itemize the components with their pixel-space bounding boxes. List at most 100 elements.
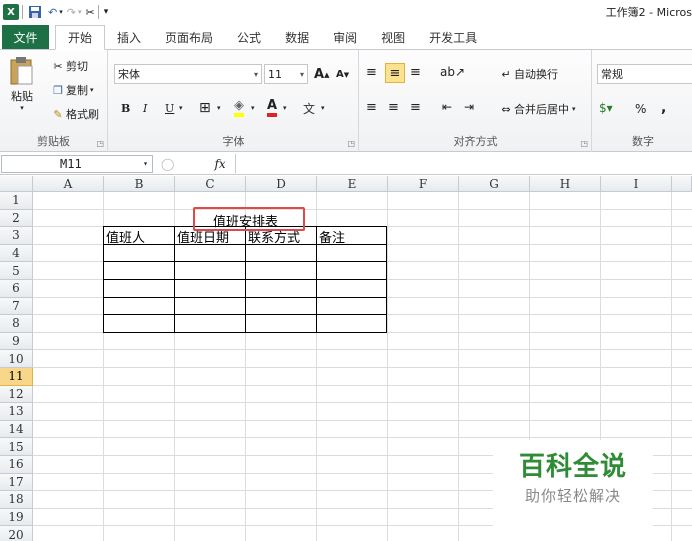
percent-button[interactable]: %: [635, 102, 646, 116]
wrap-text-button[interactable]: ↵ 自动换行: [498, 66, 558, 82]
align-middle-button[interactable]: ≡: [385, 63, 405, 83]
font-size-select[interactable]: 11 ▾: [264, 64, 308, 84]
tab-review[interactable]: 审阅: [321, 25, 369, 49]
currency-button[interactable]: $▾: [599, 101, 613, 115]
fill-color-button[interactable]: ◈: [234, 98, 244, 117]
redo-icon[interactable]: ↷: [67, 3, 76, 21]
row-header[interactable]: 12: [0, 385, 33, 404]
tab-file[interactable]: 文件: [2, 25, 49, 49]
phonetic-button[interactable]: 文: [303, 100, 315, 117]
tab-insert[interactable]: 插入: [105, 25, 153, 49]
row-header[interactable]: 6: [0, 280, 33, 298]
font-color-button[interactable]: A: [267, 98, 278, 117]
cut-button[interactable]: ✂ 剪切: [50, 58, 88, 74]
italic-button[interactable]: I: [143, 102, 147, 115]
column-header[interactable]: A: [33, 176, 104, 192]
column-header[interactable]: [672, 176, 692, 192]
row-header[interactable]: 5: [0, 262, 33, 280]
watermark-subtitle: 助你轻松解决: [524, 487, 621, 505]
row-header[interactable]: 13: [0, 403, 33, 421]
tab-data[interactable]: 数据: [273, 25, 321, 49]
row-header[interactable]: 14: [0, 420, 33, 439]
align-left-button[interactable]: ≡: [366, 100, 377, 115]
merge-dropdown-icon[interactable]: ▾: [572, 105, 576, 113]
paste-dropdown-icon[interactable]: ▾: [20, 104, 24, 112]
decrease-indent-button[interactable]: ⇤: [442, 100, 452, 114]
row-header[interactable]: 1: [0, 192, 33, 210]
name-box[interactable]: M11 ▾: [1, 154, 153, 173]
column-header[interactable]: B: [104, 176, 175, 192]
column-header[interactable]: C: [175, 176, 246, 192]
borders-dropdown-icon[interactable]: ▾: [217, 104, 221, 112]
underline-button[interactable]: U: [165, 102, 174, 115]
table-header-cell[interactable]: 联系方式: [248, 227, 300, 246]
number-format-select[interactable]: 常规: [597, 64, 692, 84]
row-header[interactable]: 2: [0, 209, 33, 228]
format-painter-button[interactable]: ✎ 格式刷: [50, 106, 99, 122]
table-header-cell[interactable]: 值班日期: [177, 227, 229, 246]
align-top-button[interactable]: ≡: [366, 65, 377, 80]
align-right-button[interactable]: ≡: [410, 100, 421, 115]
copy-button[interactable]: ❐ 复制 ▾: [50, 82, 94, 98]
row-header[interactable]: 10: [0, 350, 33, 368]
wrap-icon: ↵: [501, 67, 511, 81]
column-header[interactable]: H: [530, 176, 601, 192]
grow-font-button[interactable]: A ▲: [314, 67, 329, 82]
tab-formulas[interactable]: 公式: [225, 25, 273, 49]
font-color-dropdown-icon[interactable]: ▾: [283, 104, 287, 112]
row-header[interactable]: 8: [0, 315, 33, 333]
select-all-corner[interactable]: [0, 176, 33, 192]
bold-button[interactable]: B: [121, 102, 130, 115]
row-header[interactable]: 11: [0, 368, 33, 386]
tab-view[interactable]: 视图: [369, 25, 417, 49]
underline-dropdown-icon[interactable]: ▾: [179, 104, 183, 112]
row-header[interactable]: 15: [0, 438, 33, 456]
customize-toolbar-icon[interactable]: ▾: [104, 3, 109, 21]
orientation-button[interactable]: ab↗: [440, 65, 465, 79]
document-title: 工作簿2 - Micros: [605, 6, 692, 19]
formula-input[interactable]: [235, 154, 692, 173]
excel-logo-icon[interactable]: X: [3, 4, 19, 20]
column-header[interactable]: G: [459, 176, 530, 192]
alignment-launcher-icon[interactable]: ◳: [580, 139, 588, 148]
comma-button[interactable]: ,: [661, 100, 666, 116]
row-header[interactable]: 20: [0, 526, 33, 541]
font-launcher-icon[interactable]: ◳: [347, 139, 355, 148]
phonetic-dropdown-icon[interactable]: ▾: [321, 104, 325, 112]
row-header[interactable]: 9: [0, 332, 33, 351]
table-header-cell[interactable]: 值班人: [106, 227, 145, 246]
undo-icon[interactable]: ↶: [48, 3, 57, 21]
row-header[interactable]: 16: [0, 456, 33, 474]
paste-button[interactable]: 粘贴 ▾: [6, 56, 38, 112]
column-header[interactable]: F: [388, 176, 459, 192]
custom-tool-icon[interactable]: ✂: [85, 3, 94, 21]
borders-button[interactable]: ⊞: [199, 100, 211, 116]
shrink-font-button[interactable]: A ▼: [336, 69, 349, 80]
row-header[interactable]: 19: [0, 508, 33, 527]
save-icon[interactable]: [28, 3, 42, 21]
align-center-button[interactable]: ≡: [388, 100, 399, 115]
align-bottom-button[interactable]: ≡: [410, 65, 421, 80]
font-family-value: 宋体: [118, 68, 140, 81]
row-header[interactable]: 18: [0, 491, 33, 509]
table-header-cell[interactable]: 备注: [319, 227, 345, 246]
font-family-select[interactable]: 宋体 ▾: [114, 64, 262, 84]
tab-home[interactable]: 开始: [55, 25, 106, 50]
clipboard-launcher-icon[interactable]: ◳: [96, 139, 104, 148]
redo-dropdown-icon[interactable]: ▾: [78, 3, 82, 21]
row-header[interactable]: 7: [0, 297, 33, 316]
row-header[interactable]: 3: [0, 227, 33, 245]
tab-developer[interactable]: 开发工具: [417, 25, 489, 49]
tab-page-layout[interactable]: 页面布局: [153, 25, 225, 49]
merge-center-button[interactable]: ⇔ 合并后居中 ▾: [498, 101, 576, 117]
column-header[interactable]: I: [601, 176, 672, 192]
copy-dropdown-icon[interactable]: ▾: [90, 86, 94, 94]
row-header[interactable]: 4: [0, 244, 33, 263]
column-header[interactable]: E: [317, 176, 388, 192]
column-header[interactable]: D: [246, 176, 317, 192]
increase-indent-button[interactable]: ⇥: [464, 100, 474, 114]
fx-button[interactable]: fx: [214, 157, 225, 171]
row-header[interactable]: 17: [0, 473, 33, 492]
undo-dropdown-icon[interactable]: ▾: [59, 3, 63, 21]
fill-color-dropdown-icon[interactable]: ▾: [251, 104, 255, 112]
